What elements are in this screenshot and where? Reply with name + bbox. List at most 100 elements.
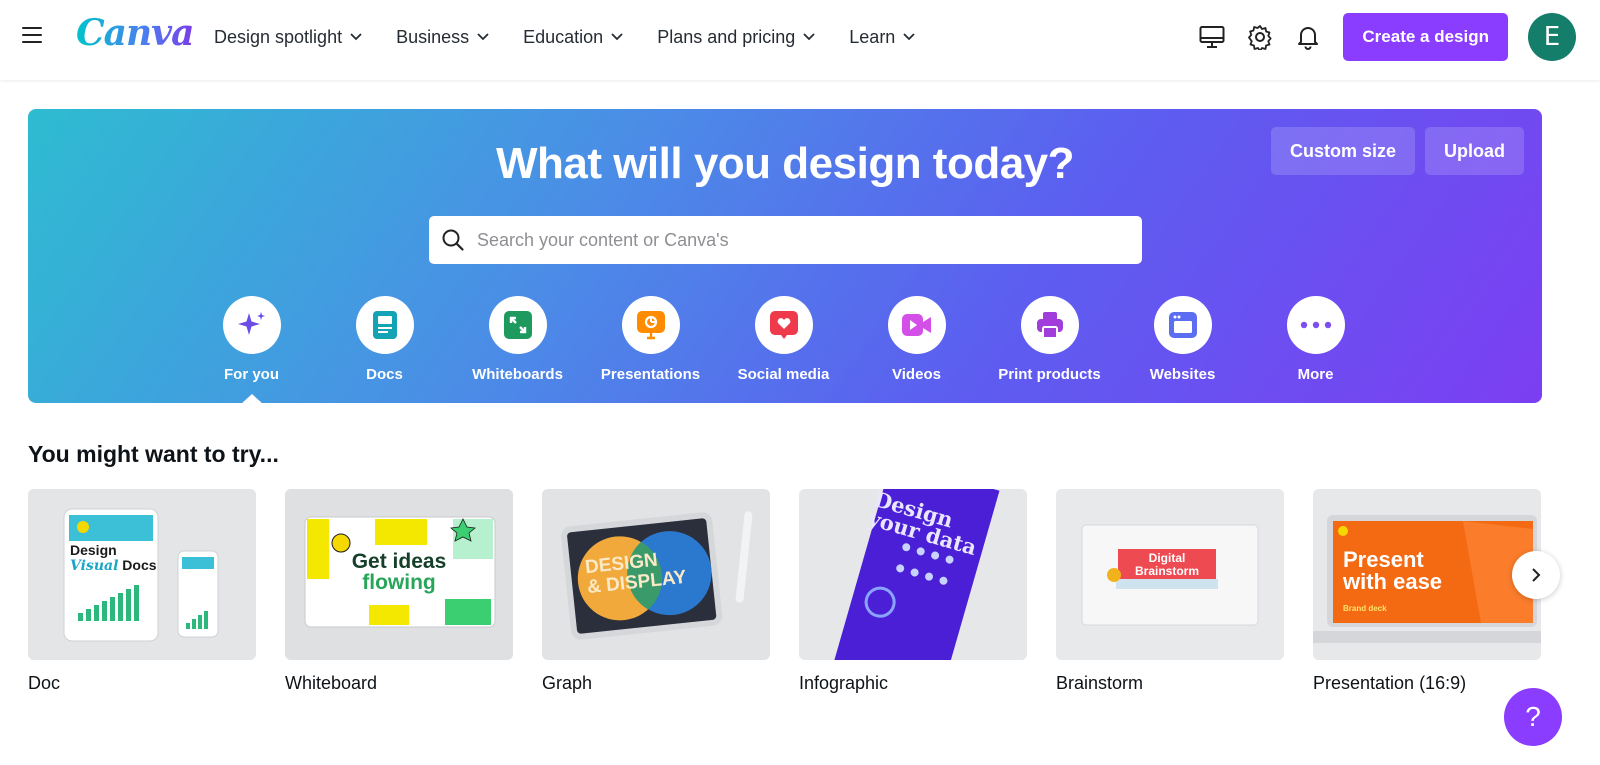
chevron-down-icon <box>477 33 489 41</box>
nav-label: Education <box>523 26 604 47</box>
chevron-down-icon <box>903 33 915 41</box>
gear-icon[interactable] <box>1247 24 1273 50</box>
thumb-line: Design <box>70 542 117 558</box>
top-navigation-bar: Canva Design spotlight Business Educatio… <box>0 0 1600 80</box>
card-infographic[interactable]: Design your data Infographic <box>799 489 1027 694</box>
card-thumbnail: Digital Brainstorm <box>1056 489 1284 660</box>
card-label: Doc <box>28 673 61 693</box>
category-label: Docs <box>366 366 403 383</box>
thumb-line: Brand deck <box>1343 604 1387 613</box>
heart-icon <box>769 311 798 339</box>
category-label: Whiteboards <box>472 366 563 383</box>
presentation-icon <box>636 311 665 340</box>
more-icon <box>1300 321 1331 329</box>
category-label: Social media <box>737 366 830 383</box>
custom-size-button[interactable]: Custom size <box>1270 127 1415 175</box>
category-icon-wrap <box>754 296 813 354</box>
category-label: Print products <box>998 366 1101 383</box>
nav-learn[interactable]: Learn <box>849 27 915 48</box>
category-websites[interactable]: Websites <box>1116 296 1249 383</box>
category-icon-wrap <box>222 296 281 354</box>
category-social-media[interactable]: Social media <box>717 296 850 383</box>
thumb-line: Brainstorm <box>1134 564 1199 578</box>
card-whiteboard[interactable]: Get ideas flowing Whiteboard <box>285 489 513 694</box>
card-thumbnail: Get ideas flowing <box>285 489 513 660</box>
category-icon-wrap <box>887 296 946 354</box>
suggestion-cards: Design Visual Docs Doc Get ideas flowing… <box>28 489 1570 694</box>
whiteboard-icon <box>503 311 532 339</box>
hero-actions: Custom size Upload <box>1261 127 1524 175</box>
nav-label: Plans and pricing <box>657 26 796 47</box>
create-design-button[interactable]: Create a design <box>1343 13 1508 61</box>
category-label: Presentations <box>600 366 701 383</box>
chevron-down-icon <box>350 33 362 41</box>
printer-icon <box>1036 312 1063 339</box>
upload-button[interactable]: Upload <box>1425 127 1524 175</box>
thumb-line: Get ideas <box>351 550 447 573</box>
website-icon <box>1168 312 1197 338</box>
nav-label: Design spotlight <box>214 26 343 47</box>
category-videos[interactable]: Videos <box>850 296 983 383</box>
category-presentations[interactable]: Presentations <box>584 296 717 383</box>
thumb-line: Visual <box>70 558 119 574</box>
category-icon-wrap <box>1286 296 1345 354</box>
section-title: You might want to try... <box>28 441 279 467</box>
help-button[interactable]: ? <box>1504 688 1562 746</box>
nav-design-spotlight[interactable]: Design spotlight <box>214 27 362 48</box>
chevron-down-icon <box>803 33 815 41</box>
category-label: Websites <box>1149 366 1216 383</box>
card-label: Infographic <box>799 673 889 693</box>
thumb-text: Get ideas flowing <box>285 551 513 593</box>
chevron-right-icon <box>1532 568 1541 582</box>
category-for-you[interactable]: For you <box>185 296 318 404</box>
thumb-text: Digital Brainstorm <box>1118 552 1216 578</box>
monitor-icon[interactable] <box>1199 24 1225 50</box>
bell-icon[interactable] <box>1295 24 1321 50</box>
nav-education[interactable]: Education <box>523 27 623 48</box>
category-icon-wrap <box>488 296 547 354</box>
thumb-line: with ease <box>1343 569 1443 594</box>
card-brainstorm[interactable]: Digital Brainstorm Brainstorm <box>1056 489 1284 694</box>
category-docs[interactable]: Docs <box>318 296 451 383</box>
category-row: For you Docs Whiteboards Presentations S… <box>185 296 1382 404</box>
category-icon-wrap <box>621 296 680 354</box>
search-icon <box>442 229 464 251</box>
thumb-text: Design Visual Docs <box>70 543 157 574</box>
card-graph[interactable]: DESIGN & DISPLAY Graph <box>542 489 770 694</box>
avatar[interactable]: E <box>1528 13 1576 61</box>
category-print-products[interactable]: Print products <box>983 296 1116 383</box>
card-thumbnail: DESIGN & DISPLAY <box>542 489 770 660</box>
category-label: For you <box>224 366 279 383</box>
category-label: Videos <box>892 366 941 383</box>
card-label: Brainstorm <box>1056 673 1144 693</box>
category-label: More <box>1297 366 1334 383</box>
thumb-text: Present with ease Brand deck <box>1343 549 1442 620</box>
card-thumbnail: Design Visual Docs <box>28 489 256 660</box>
card-thumbnail: Present with ease Brand deck <box>1313 489 1541 660</box>
hero-banner: What will you design today? Custom size … <box>28 109 1542 404</box>
search-box[interactable] <box>429 216 1142 264</box>
nav-label: Learn <box>849 26 896 47</box>
card-doc[interactable]: Design Visual Docs Doc <box>28 489 256 694</box>
card-thumbnail: Design your data <box>799 489 1027 660</box>
category-more[interactable]: More <box>1249 296 1382 383</box>
category-icon-wrap <box>1153 296 1212 354</box>
menu-icon[interactable] <box>22 27 42 45</box>
canva-logo[interactable]: Canva <box>76 12 194 54</box>
header-tools: Create a design E <box>1177 12 1576 62</box>
category-icon-wrap <box>355 296 414 354</box>
nav-business[interactable]: Business <box>396 27 489 48</box>
nav-label: Business <box>396 26 470 47</box>
doc-icon <box>372 311 397 339</box>
selected-caret <box>240 394 263 404</box>
search-input[interactable] <box>477 229 1117 251</box>
card-label: Graph <box>542 673 593 693</box>
card-label: Whiteboard <box>285 673 378 693</box>
card-presentation[interactable]: Present with ease Brand deck Presentatio… <box>1313 489 1541 694</box>
main-nav: Design spotlight Business Education Plan… <box>214 0 949 74</box>
nav-plans-and-pricing[interactable]: Plans and pricing <box>657 27 815 48</box>
card-label: Presentation (16:9) <box>1313 673 1467 693</box>
thumb-line: flowing <box>362 571 436 594</box>
carousel-next-button[interactable] <box>1512 551 1560 599</box>
category-whiteboards[interactable]: Whiteboards <box>451 296 584 383</box>
